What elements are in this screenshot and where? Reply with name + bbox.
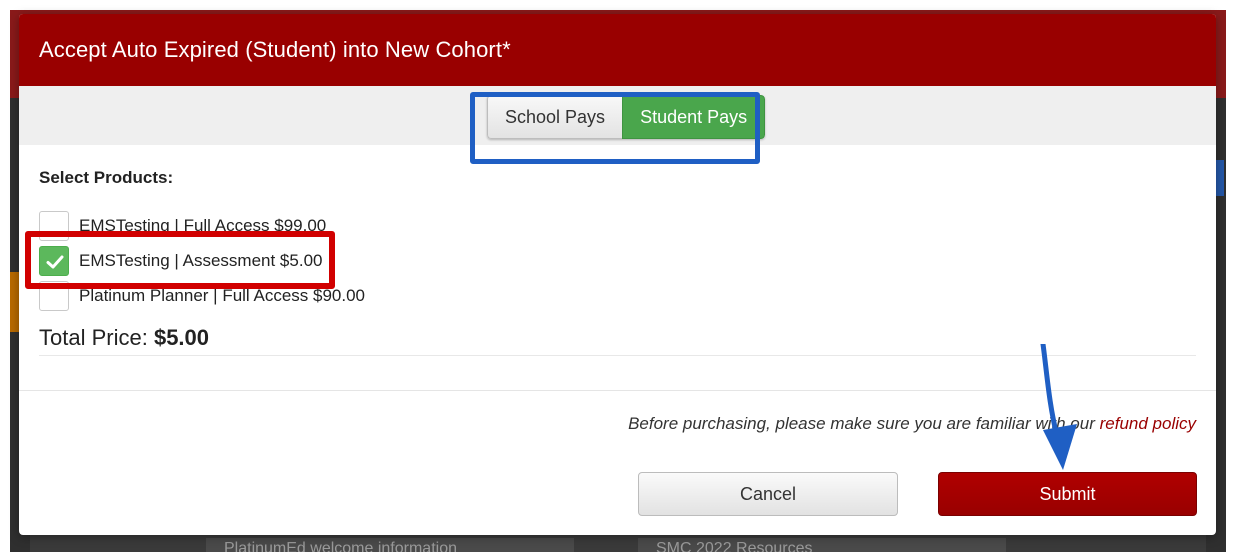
cancel-button[interactable]: Cancel (638, 472, 898, 516)
refund-policy-link[interactable]: refund policy (1100, 414, 1196, 433)
modal-title: Accept Auto Expired (Student) into New C… (39, 37, 511, 62)
background-card-left: PlatinumEd welcome information (206, 538, 574, 552)
modal-header: Accept Auto Expired (Student) into New C… (19, 14, 1216, 86)
submit-button[interactable]: Submit (938, 472, 1197, 516)
total-price-value: $5.00 (153, 325, 210, 350)
selected-product-highlight (25, 231, 335, 289)
refund-policy-text: Before purchasing, please make sure you … (628, 414, 1095, 433)
total-price: Total Price: $5.00 (39, 325, 209, 351)
refund-policy-note: Before purchasing, please make sure you … (628, 414, 1196, 434)
arrow-down-icon (1040, 344, 1077, 470)
select-products-label: Select Products: (39, 168, 174, 187)
product-label-platinum-planner: Platinum Planner | Full Access $90.00 (79, 286, 366, 305)
total-divider (39, 355, 1196, 356)
payment-toggle-highlight (470, 92, 760, 164)
background-card-right: SMC 2022 Resources (638, 538, 1006, 552)
accept-cohort-modal: Accept Auto Expired (Student) into New C… (19, 14, 1216, 535)
total-price-label: Total Price: (39, 325, 148, 350)
